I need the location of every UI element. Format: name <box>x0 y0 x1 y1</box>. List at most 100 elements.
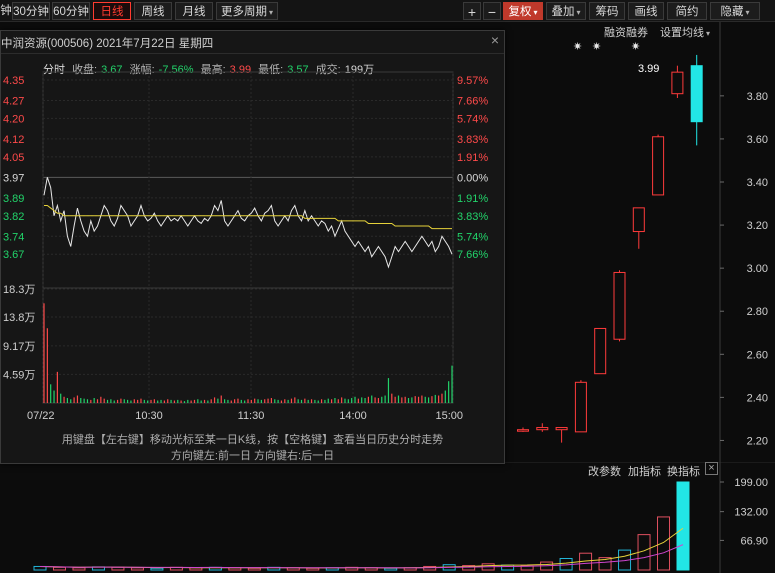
arrow-key-hint: 方向键左:前一日 方向键右:后一日 <box>170 450 335 462</box>
indicator-bar <box>384 567 398 571</box>
chips-button[interactable]: 筹码 <box>589 2 625 20</box>
time-axis-label: 14:00 <box>339 410 367 422</box>
price-left-label: 3.97 <box>3 172 24 184</box>
price-tick-label: 2.80 <box>747 306 768 318</box>
period-tab-minute[interactable]: 钟 <box>0 2 12 20</box>
candle-body <box>574 381 587 433</box>
period-toolbar: 钟 30分钟 60分钟 日线 周线 月线 更多周期 ▾ + − 复权 ▾ 叠加 ▾ 筹… <box>0 0 775 22</box>
candle-body <box>555 427 568 431</box>
period-tab-30min[interactable]: 30分钟 <box>12 2 50 20</box>
period-tab-monthly[interactable]: 月线 <box>175 2 213 20</box>
price-tick-label: 3.20 <box>747 220 768 232</box>
pct-right-label: 7.66% <box>457 95 488 107</box>
volume-axis-label: 9.17万 <box>3 341 35 353</box>
ma-settings-dropdown[interactable]: 设置均线 ▾ <box>660 24 710 40</box>
pct-right-label: 1.91% <box>457 152 488 164</box>
period-tab-daily[interactable]: 日线 <box>93 2 131 20</box>
indicator-bar <box>657 516 671 571</box>
pct-right-label: 5.74% <box>457 231 488 243</box>
zoom-out-button[interactable]: − <box>483 2 501 20</box>
price-left-label: 4.35 <box>3 75 24 87</box>
volume-axis-label: 4.59万 <box>3 369 35 381</box>
intraday-avg-line <box>44 205 452 230</box>
indicator-ma10-line <box>39 544 684 569</box>
change-params-button[interactable]: 改参数 <box>588 463 621 479</box>
overlay-dropdown[interactable]: 叠加 ▾ <box>546 2 586 20</box>
ma-settings-label: 设置均线 <box>660 27 704 39</box>
indicator-tick-label: 66.90 <box>740 535 768 547</box>
price-left-label: 3.67 <box>3 249 24 261</box>
chevron-down-icon: ▾ <box>706 29 711 38</box>
intraday-chart[interactable]: 4.35 9.57% 4.27 7.66% 4.20 5.74% 4.12 3.83% 4.05… <box>1 31 504 431</box>
price-tick-label: 3.00 <box>747 263 768 275</box>
pct-right-label: 1.91% <box>457 193 488 205</box>
pct-right-label: 0.00% <box>457 172 488 184</box>
intraday-price-line <box>43 177 453 269</box>
indicator-bar <box>306 567 320 571</box>
pct-right-label: 9.57% <box>457 75 488 87</box>
time-axis-label: 11:30 <box>238 410 265 422</box>
price-left-label: 4.12 <box>3 134 24 146</box>
indicator-bar <box>130 567 144 571</box>
pct-right-label: 3.83% <box>457 211 488 223</box>
zoom-in-button[interactable]: + <box>463 2 481 20</box>
chevron-down-icon: ▾ <box>576 8 581 17</box>
pct-right-label: 5.74% <box>457 113 488 125</box>
indicator-tick-label: 132.00 <box>734 507 768 519</box>
volume-axis-label: 13.8万 <box>3 312 35 324</box>
pct-right-label: 3.83% <box>457 134 488 146</box>
intraday-frame <box>42 71 454 404</box>
price-left-label: 4.05 <box>3 152 24 164</box>
chevron-down-icon: ▾ <box>533 8 538 17</box>
chevron-down-icon: ▾ <box>745 8 750 17</box>
indicator-bar <box>150 567 164 571</box>
price-left-label: 4.27 <box>3 95 24 107</box>
indicator-bar <box>72 567 86 571</box>
time-axis-label: 10:30 <box>135 410 163 422</box>
hide-label: 隐藏 <box>720 6 744 18</box>
fuquan-label: 复权 <box>508 6 532 18</box>
price-left-label: 3.82 <box>3 211 24 223</box>
time-axis-label: 15:00 <box>435 410 463 422</box>
intraday-popup: 中润资源(000506) 2021年7月22日 星期四 × 分时 收盘: 3.67… <box>0 30 505 464</box>
period-tab-60min[interactable]: 60分钟 <box>52 2 90 20</box>
candle-body <box>632 207 645 233</box>
price-tick-label: 2.60 <box>747 349 768 361</box>
price-left-label: 4.20 <box>3 113 24 125</box>
price-left-label: 3.89 <box>3 193 24 205</box>
hide-dropdown[interactable]: 隐藏 ▾ <box>710 2 760 20</box>
candle-body <box>613 271 626 340</box>
price-tick-label: 3.40 <box>747 177 768 189</box>
candle-body <box>652 136 665 196</box>
period-tab-weekly[interactable]: 周线 <box>134 2 172 20</box>
keyboard-hint: 用键盘【左右键】移动光标至某一日K线，按【空格键】查看当日历史分时走势 <box>61 434 444 446</box>
event-star-icon[interactable]: ✷ <box>631 40 640 53</box>
add-indicator-button[interactable]: 加指标 <box>628 463 661 479</box>
draw-line-button[interactable]: 画线 <box>628 2 664 20</box>
event-star-icon[interactable]: ✷ <box>573 40 582 53</box>
indicator-bar <box>676 481 690 571</box>
event-star-icon[interactable]: ✷ <box>592 40 601 53</box>
switch-indicator-button[interactable]: 换指标 <box>667 463 700 479</box>
candle-body <box>671 71 684 95</box>
indicator-bar <box>247 567 261 571</box>
indicator-bar <box>111 566 125 571</box>
candle-body <box>594 327 607 375</box>
fuquan-dropdown[interactable]: 复权 ▾ <box>503 2 543 20</box>
period-tab-more[interactable]: 更多周期 ▾ <box>216 2 278 20</box>
pct-right-label: 7.66% <box>457 249 488 261</box>
candle-body <box>517 429 529 432</box>
indicator-ma5-line <box>39 527 684 569</box>
more-period-label: 更多周期 <box>220 6 267 18</box>
margin-trading-link[interactable]: 融资融券 <box>604 24 648 40</box>
simple-mode-button[interactable]: 简约 <box>667 2 707 20</box>
candle-body <box>690 65 703 123</box>
price-tick-label: 2.20 <box>747 435 768 447</box>
price-tick-label: 2.40 <box>747 392 768 404</box>
price-left-label: 3.74 <box>3 231 24 243</box>
chevron-down-icon: ▾ <box>268 8 273 17</box>
close-indicator-icon[interactable]: × <box>705 462 718 475</box>
indicator-tick-label: 199.00 <box>734 477 768 489</box>
volume-axis-label: 18.3万 <box>3 284 35 296</box>
indicator-bar <box>52 566 66 571</box>
